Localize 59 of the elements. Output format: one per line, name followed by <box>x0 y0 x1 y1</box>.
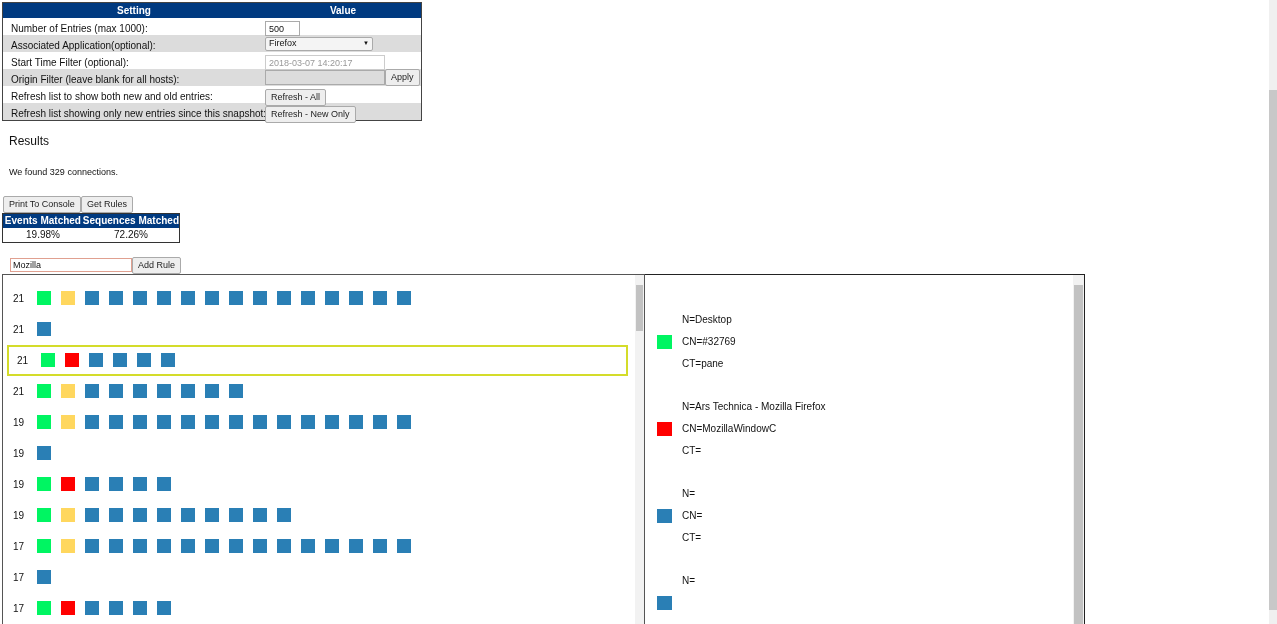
sequence-row[interactable]: 21 <box>7 344 628 376</box>
apply-button[interactable]: Apply <box>385 69 420 86</box>
table-cell-text: 19.98% <box>25 228 61 242</box>
sequence-row[interactable]: 21 <box>3 313 632 345</box>
setting-label: Associated Application(optional): <box>11 39 156 51</box>
sequence-count: 19 <box>13 508 26 523</box>
sequence-row[interactable]: 21 <box>3 375 632 407</box>
results-summary: We found 329 connections. <box>9 166 118 179</box>
sequence-row[interactable]: 19 <box>3 437 632 469</box>
results-heading: Results <box>9 133 49 150</box>
add-rule-button[interactable]: Add Rule <box>132 256 182 274</box>
sequence-count: 21 <box>13 322 26 337</box>
column-header: Value <box>328 4 358 18</box>
detail-line: CN=#32769 <box>682 334 736 349</box>
sequence-count: 21 <box>17 353 30 368</box>
rules-button[interactable]: Get Rules <box>80 195 133 213</box>
detail-line: CN= <box>682 508 703 523</box>
detail-line: CT= <box>682 530 702 545</box>
setting-label: Refresh list to show both new and old entries: <box>11 90 213 102</box>
column-header: Sequences Matched <box>82 214 179 228</box>
setting-label: Refresh list showing only new entries since this snapshot: <box>11 107 267 119</box>
detail-line: N=Desktop <box>682 312 732 327</box>
sequence-row[interactable]: 19 <box>3 499 632 531</box>
setting-label: Origin Filter (leave blank for all hosts): <box>11 73 180 85</box>
scrollbar[interactable] <box>1073 274 1084 624</box>
refresh-button[interactable]: Refresh - New Only <box>265 105 356 123</box>
detail-line: CT= <box>682 443 702 458</box>
setting-label: Start Time Filter (optional): <box>11 56 129 68</box>
sequence-count: 17 <box>13 601 26 616</box>
entries-field[interactable]: 500 <box>265 21 300 36</box>
detail-line: N= <box>682 573 696 588</box>
refresh-button[interactable]: Refresh - All <box>265 88 327 106</box>
rule-field[interactable]: Mozilla <box>10 258 132 272</box>
sequence-count: 21 <box>13 384 26 399</box>
sequence-row[interactable]: 19 <box>3 468 632 500</box>
scrollbar[interactable] <box>635 274 644 624</box>
sequence-count: 19 <box>13 446 26 461</box>
sequence-row[interactable]: 17 <box>3 561 632 593</box>
detail-line: N=Ars Technica - Mozilla Firefox <box>682 399 826 414</box>
detail-line: CT=pane <box>682 356 724 371</box>
sequence-count: 19 <box>13 477 26 492</box>
detail-line: CN=MozillaWindowC <box>682 421 777 436</box>
setting-label: Number of Entries (max 1000): <box>11 22 148 34</box>
column-header: Events Matched <box>3 214 82 228</box>
sequence-row[interactable]: 21 <box>3 282 632 314</box>
start-time-field[interactable]: 2018-03-07 14:20:17 <box>265 55 385 70</box>
sequence-row[interactable]: 17 <box>3 592 632 624</box>
sequence-count: 17 <box>13 539 26 554</box>
detail-line: N= <box>682 486 696 501</box>
origin-filter-field[interactable] <box>265 70 385 85</box>
sequence-count: 19 <box>13 415 26 430</box>
sequence-count: 21 <box>13 291 26 306</box>
column-header: Setting <box>116 4 152 18</box>
table-cell-text: 72.26% <box>113 228 149 242</box>
print-button[interactable]: Print To Console <box>3 195 81 213</box>
page-scrollbar[interactable] <box>1269 0 1277 624</box>
sequence-count: 17 <box>13 570 26 585</box>
sequence-row[interactable]: 19 <box>3 406 632 438</box>
sequence-row[interactable]: 17 <box>3 530 632 562</box>
